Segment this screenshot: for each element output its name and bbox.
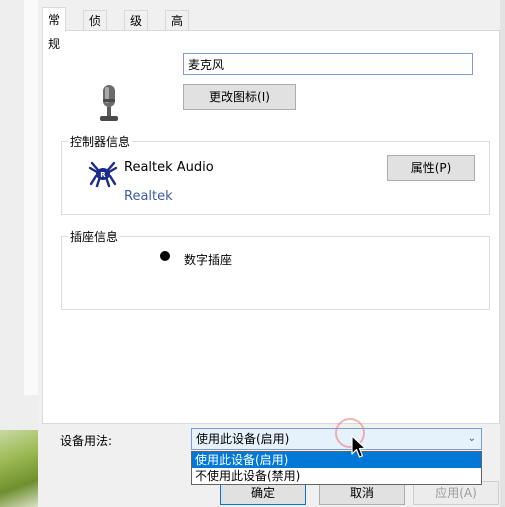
device-usage-selected-value: 使用此设备(启用) (196, 432, 290, 446)
device-name-field[interactable] (183, 53, 473, 75)
jack-label: 数字插座 (184, 253, 233, 267)
tab-advanced[interactable]: 高级 (165, 10, 190, 48)
usage-option-disable[interactable]: 不使用此设备(禁用) (192, 468, 481, 484)
general-tab-panel: 更改图标(I) 控制器信息 R Realtek Audio Realtek 属性… (42, 30, 500, 424)
tab-general[interactable]: 常规 (42, 7, 67, 51)
tab-listen[interactable]: 侦听 (83, 10, 108, 48)
properties-button[interactable]: 属性(P) (387, 155, 475, 181)
device-usage-dropdown: 使用此设备(启用) 不使用此设备(禁用) (191, 451, 482, 485)
device-usage-label: 设备用法: (60, 434, 113, 448)
jack-bullet-icon (160, 251, 170, 261)
jack-info-group: 插座信息 数字插座 (61, 228, 490, 310)
desktop-wallpaper (0, 430, 38, 507)
controller-info-title: 控制器信息 (68, 133, 133, 150)
tab-levels[interactable]: 级别 (124, 10, 149, 48)
change-icon-button[interactable]: 更改图标(I) (183, 84, 296, 110)
mouse-cursor-icon (351, 435, 367, 458)
background-right-edge (500, 0, 505, 507)
realtek-crab-icon: R (88, 161, 118, 188)
controller-info-group: 控制器信息 R Realtek Audio Realtek 属性(P) (61, 133, 490, 215)
microphone-properties-dialog: 常规 侦听 级别 高级 更改图标(I) 控制器信息 R Realtek (38, 0, 500, 507)
microphone-icon (100, 85, 118, 121)
usage-option-enable[interactable]: 使用此设备(启用) (192, 452, 481, 468)
jack-info-title: 插座信息 (68, 228, 121, 245)
controller-vendor: Realtek (124, 189, 173, 204)
background-window-edge (24, 0, 39, 395)
svg-text:R: R (100, 171, 106, 179)
chevron-down-icon[interactable]: ⌄ (468, 429, 476, 449)
controller-name: Realtek Audio (124, 160, 214, 175)
